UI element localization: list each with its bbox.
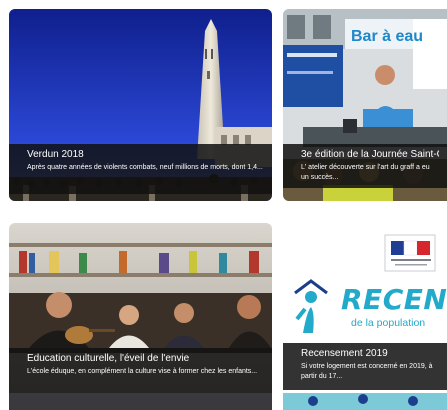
sign-text: Bar à eau <box>351 28 423 45</box>
news-card-recensement[interactable]: RECENS de la population Recensement 2019… <box>283 223 447 410</box>
card-caption: 3e édition de la Journée Saint-Cy L' ate… <box>283 144 447 188</box>
news-card-education-culturelle[interactable]: Education culturelle, l'éveil de l'envie… <box>9 223 272 410</box>
news-card-verdun[interactable]: Verdun 2018 Après quatre années de viole… <box>9 9 272 201</box>
card-excerpt: L'école éduque, en complément la culture… <box>27 368 258 375</box>
card-caption: Recensement 2019 Si votre logement est c… <box>283 343 447 390</box>
card-excerpt: Après quatre années de violents combats,… <box>27 164 263 171</box>
card-title[interactable]: Verdun 2018 <box>27 149 264 161</box>
marianne-logo-icon <box>384 234 436 272</box>
card-excerpt: Si votre logement est concerné en 2019, … <box>301 363 433 380</box>
card-caption: Verdun 2018 Après quatre années de viole… <box>9 144 272 194</box>
card-title[interactable]: Education culturelle, l'éveil de l'envie <box>27 353 264 365</box>
card-caption: Education culturelle, l'éveil de l'envie… <box>9 348 272 393</box>
recensement-logo-subtext: de la population <box>351 317 426 329</box>
card-excerpt: L' atelier découverte sur l'art du graff… <box>301 164 430 181</box>
recensement-logo-text: RECENS <box>341 283 447 316</box>
card-title[interactable]: Recensement 2019 <box>301 348 439 360</box>
news-card-journee-saint-cy[interactable]: Bar à eau 3e édition de la Journée Saint… <box>283 9 447 201</box>
card-title[interactable]: 3e édition de la Journée Saint-Cy <box>301 149 439 161</box>
